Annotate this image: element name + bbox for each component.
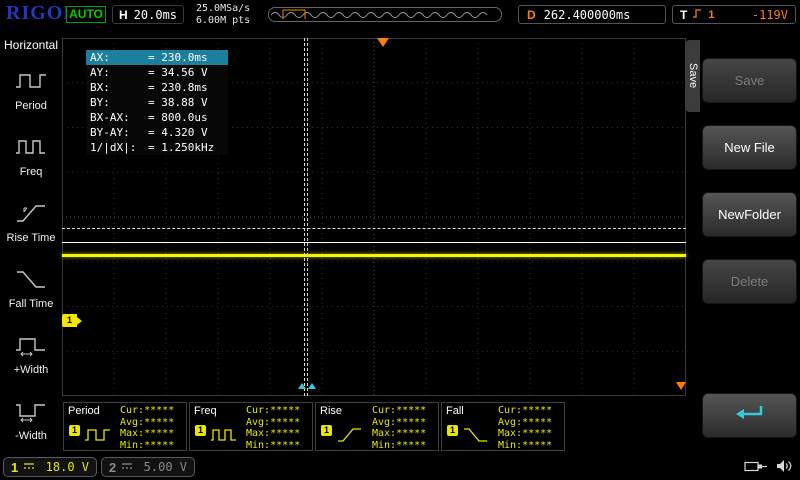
softkey-return[interactable] [702, 393, 797, 438]
stat-cur: Cur:***** [498, 405, 552, 417]
measurement-box-fall[interactable]: Fall 1 Cur:***** Avg:***** Max:***** Min… [441, 402, 565, 451]
channel-badge: 1 [195, 425, 206, 436]
rise-time-icon [14, 199, 48, 230]
trigger-box[interactable]: T 1 -119V [672, 5, 796, 24]
cursor-vertical-a[interactable] [304, 38, 305, 396]
channel-badge: 1 [321, 425, 332, 436]
menu-item-rise-time[interactable]: Rise Time [0, 188, 62, 254]
channel1-badge[interactable]: 1 18.0 V [3, 457, 97, 477]
stat-min: Min:***** [246, 440, 300, 452]
channel2-badge[interactable]: 2 5.00 V [101, 457, 195, 477]
stat-max: Max:***** [498, 428, 552, 440]
softkey-new-file[interactable]: New File [702, 125, 797, 170]
ch2-coupling-icon [121, 458, 133, 476]
stat-avg: Avg:***** [498, 417, 552, 429]
menu-item-minus-width[interactable]: -Width [0, 386, 62, 452]
plus-width-icon [14, 331, 48, 362]
fall-time-icon [14, 265, 48, 296]
return-arrow-icon [733, 403, 767, 428]
trigger-slope-icon [692, 6, 703, 24]
trigger-level-edge-marker [676, 382, 686, 390]
sample-rate: 25.0MSa/s [196, 3, 250, 15]
horizontal-label: H [119, 8, 128, 22]
minus-width-icon [14, 397, 48, 428]
stat-min: Min:***** [120, 440, 174, 452]
ch1-coupling-icon [23, 458, 35, 476]
cursor-row-ax: AX: = 230.0ms [86, 50, 228, 65]
channel-badge: 1 [69, 425, 80, 436]
menu-item-period[interactable]: Period [0, 56, 62, 122]
cursor-row-ay: AY: = 34.56 V [86, 65, 228, 80]
stat-cur: Cur:***** [372, 405, 426, 417]
stat-max: Max:***** [120, 428, 174, 440]
cursor-row-bx: BX: = 230.8ms [86, 80, 228, 95]
menu-item-freq[interactable]: Freq [0, 122, 62, 188]
bottom-channel-bar: 1 18.0 V 2 5.00 V [0, 455, 800, 480]
fall-time-icon [462, 423, 490, 450]
acquire-mode-badge[interactable]: AUTO [66, 6, 106, 23]
waveform-preview-strip [268, 7, 502, 22]
freq-icon [14, 133, 48, 164]
top-status-bar: RIGOL AUTO H 20.0ms 25.0MSa/s 6.00M pts … [0, 0, 800, 30]
waveform-display: AX: = 230.0ms AY: = 34.56 V BX: = 230.8m… [62, 38, 686, 396]
ch1-ground-marker[interactable]: 1 [62, 314, 77, 327]
cursor-horizontal-a[interactable] [62, 228, 686, 229]
menu-item-fall-time[interactable]: Fall Time [0, 254, 62, 320]
stat-max: Max:***** [246, 428, 300, 440]
memory-depth: 6.00M pts [196, 15, 250, 27]
preview-wave-icon [269, 8, 501, 21]
measurement-box-rise[interactable]: Rise 1 Cur:***** Avg:***** Max:***** Min… [315, 402, 439, 451]
trigger-position-marker[interactable] [377, 38, 389, 47]
measurement-box-freq[interactable]: Freq 1 Cur:***** Avg:***** Max:***** Min… [189, 402, 313, 451]
stat-avg: Avg:***** [246, 417, 300, 429]
stat-max: Max:***** [372, 428, 426, 440]
cursor-row-by: BY: = 38.88 V [86, 95, 228, 110]
left-measure-menu: Horizontal Period Freq Rise Time Fall Ti… [0, 30, 62, 455]
cursor-vertical-b[interactable] [307, 38, 308, 396]
menu-item-plus-width[interactable]: +Width [0, 320, 62, 386]
freq-icon [210, 423, 238, 450]
stat-cur: Cur:***** [120, 405, 174, 417]
channel-badge: 1 [447, 425, 458, 436]
period-icon [84, 423, 112, 450]
waveform-ch1 [62, 254, 686, 257]
delay-box[interactable]: D 262.400000ms [518, 5, 666, 24]
stat-avg: Avg:***** [120, 417, 174, 429]
cursor-horizontal-b[interactable] [62, 242, 686, 243]
delay-value: 262.400000ms [544, 8, 631, 22]
left-menu-title: Horizontal [0, 30, 62, 56]
stat-cur: Cur:***** [246, 405, 300, 417]
timebase-box[interactable]: H 20.0ms [112, 5, 184, 24]
stat-min: Min:***** [372, 440, 426, 452]
softkey-menu-panel: Save Save New File NewFolder Delete [686, 30, 800, 480]
softkey-delete[interactable]: Delete [702, 259, 797, 304]
menu-tab-save: Save [686, 40, 700, 112]
trigger-channel: 1 [708, 9, 714, 21]
cursor-row-bxax: BX-AX: = 800.0us [86, 110, 228, 125]
softkey-save[interactable]: Save [702, 58, 797, 103]
measurement-box-period[interactable]: Period 1 Cur:***** Avg:***** Max:***** M… [63, 402, 187, 451]
period-icon [14, 67, 48, 98]
timebase-value: 20.0ms [134, 8, 177, 22]
trigger-label: T [680, 8, 687, 22]
cursor-handle-a[interactable] [298, 383, 306, 389]
cursor-row-byay: BY-AY: = 4.320 V [86, 125, 228, 140]
stat-min: Min:***** [498, 440, 552, 452]
cursor-handle-b[interactable] [308, 383, 316, 389]
delay-label: D [527, 8, 536, 22]
cursor-readout-panel: AX: = 230.0ms AY: = 34.56 V BX: = 230.8m… [86, 50, 228, 155]
softkey-new-folder[interactable]: NewFolder [702, 192, 797, 237]
cursor-row-inv-dx: 1/|dX|: = 1.250kHz [86, 140, 228, 155]
sample-rate-block: 25.0MSa/s 6.00M pts [196, 3, 250, 27]
trigger-level-value: -119V [752, 8, 788, 22]
stat-avg: Avg:***** [372, 417, 426, 429]
rise-time-icon [336, 423, 364, 450]
